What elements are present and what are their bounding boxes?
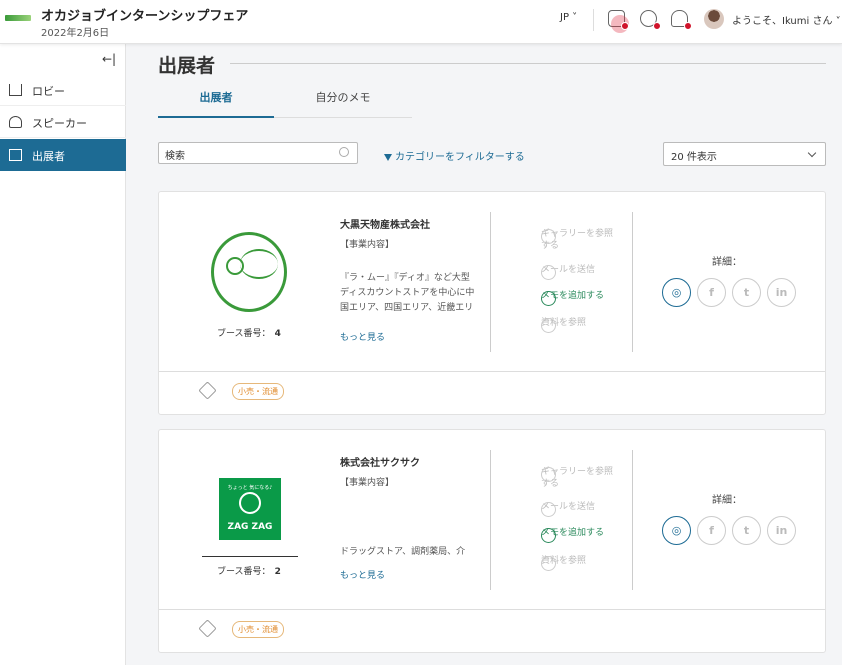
linkedin-icon[interactable]: in: [767, 278, 796, 307]
read-more-link[interactable]: もっと見る: [340, 568, 385, 581]
add-memo-button[interactable]: メモを追加する: [515, 290, 615, 306]
add-memo-button[interactable]: メモを追加する: [515, 527, 615, 543]
twitter-icon[interactable]: t: [732, 516, 761, 545]
business-label: 【事業内容】: [340, 478, 395, 488]
per-page-select[interactable]: 20 件表示: [663, 142, 826, 166]
chevron-down-icon: [807, 148, 817, 158]
image-icon: [541, 467, 556, 482]
active-tab-indicator: [158, 116, 274, 118]
header-divider: [593, 9, 594, 31]
people-icon[interactable]: [640, 10, 661, 30]
view-gallery-button[interactable]: ギャラリーを参照する: [515, 228, 615, 252]
per-page-value: 20 件表示: [671, 152, 717, 163]
collapse-sidebar-icon[interactable]: ←|: [102, 52, 116, 66]
plus-icon: [541, 528, 556, 543]
plus-icon: [541, 291, 556, 306]
company-logo[interactable]: ちょっと 気になる♪ ZAG ZAG: [219, 478, 281, 540]
category-filter-button[interactable]: カテゴリーをフィルターする: [384, 148, 525, 163]
language-selector[interactable]: JP ˅: [560, 12, 577, 23]
company-name[interactable]: 大黒天物産株式会社: [340, 216, 430, 231]
company-description: ドラッグストア、調剤薬局、介: [340, 547, 466, 557]
sidebar-item-speakers[interactable]: スピーカー: [0, 106, 126, 138]
company-name[interactable]: 株式会社サクサク: [340, 454, 420, 469]
image-icon: [541, 229, 556, 244]
document-icon: [541, 556, 556, 571]
bell-icon[interactable]: [671, 10, 692, 30]
booth-number: ブース番号： 4: [217, 329, 281, 339]
sidebar-item-label: スピーカー: [32, 117, 87, 130]
user-menu[interactable]: ようこそ、Ikumi さん ˅: [732, 12, 841, 27]
event-date: 2022年2月6日: [41, 28, 110, 39]
read-more-link[interactable]: もっと見る: [340, 330, 385, 343]
sidebar-item-label: 出展者: [32, 150, 65, 163]
avatar[interactable]: [704, 9, 724, 29]
category-tag[interactable]: 小売・流通: [232, 383, 284, 400]
company-logo[interactable]: [211, 232, 287, 312]
mail-icon: [541, 265, 556, 280]
company-description: 『ラ・ムー』『ディオ』など大型ディスカウントストアを中心に中国エリア、四国エリア…: [340, 273, 475, 313]
view-documents-button[interactable]: 資料を参照: [515, 317, 615, 333]
send-mail-button[interactable]: メールを送信: [515, 264, 615, 280]
globe-icon[interactable]: ◎: [662, 516, 691, 545]
page-title: 出展者: [158, 55, 216, 77]
app-title: オカジョブインターンシップフェア: [41, 9, 249, 24]
tab-exhibitors[interactable]: 出展者: [158, 89, 274, 105]
title-divider: [230, 63, 826, 64]
booth-number: ブース番号： 2: [217, 567, 281, 577]
send-mail-button[interactable]: メールを送信: [515, 501, 615, 517]
details-label: 詳細：: [712, 257, 742, 268]
mail-icon: [541, 502, 556, 517]
exhibitor-card: ブース番号： 4 大黒天物産株式会社 【事業内容】 『ラ・ムー』『ディオ』など大型…: [158, 191, 826, 415]
twitter-icon[interactable]: t: [732, 278, 761, 307]
view-gallery-button[interactable]: ギャラリーを参照する: [515, 466, 615, 490]
sidebar-item-exhibitors[interactable]: 出展者: [0, 139, 126, 171]
exhibitor-card: ちょっと 気になる♪ ZAG ZAG ブース番号： 2 株式会社サクサク 【事業内…: [158, 429, 826, 653]
details-label: 詳細：: [712, 495, 742, 506]
facebook-icon[interactable]: f: [697, 516, 726, 545]
linkedin-icon[interactable]: in: [767, 516, 796, 545]
home-icon: [9, 84, 22, 96]
tag-icon: [198, 619, 217, 638]
search-value: 検索: [165, 151, 185, 162]
sidebar-item-label: ロビー: [32, 85, 65, 98]
business-label: 【事業内容】: [340, 240, 395, 250]
view-documents-button[interactable]: 資料を参照: [515, 555, 615, 571]
chat-icon[interactable]: [608, 10, 629, 33]
category-tag[interactable]: 小売・流通: [232, 621, 284, 638]
search-icon[interactable]: [339, 147, 349, 157]
tab-my-memos[interactable]: 自分のメモ: [274, 89, 412, 105]
facebook-icon[interactable]: f: [697, 278, 726, 307]
tag-icon: [198, 381, 217, 400]
exhibitor-icon: [9, 149, 22, 161]
filter-label: カテゴリーをフィルターする: [395, 152, 525, 163]
filter-icon: [384, 153, 392, 161]
globe-icon[interactable]: ◎: [662, 278, 691, 307]
search-input[interactable]: 検索: [158, 142, 358, 164]
document-icon: [541, 318, 556, 333]
sidebar: ←| ロビー スピーカー 出展者: [0, 44, 126, 665]
sidebar-item-lobby[interactable]: ロビー: [0, 74, 126, 106]
app-logo: [5, 15, 31, 21]
top-header: オカジョブインターンシップフェア 2022年2月6日 JP ˅ ようこそ、Iku…: [0, 0, 842, 44]
speaker-icon: [9, 116, 22, 128]
